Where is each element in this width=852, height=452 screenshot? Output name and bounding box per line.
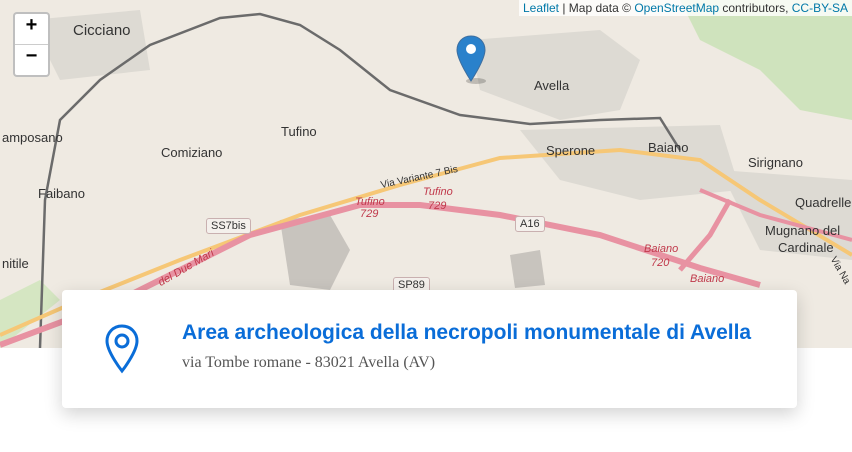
place-faibano: Faibano xyxy=(38,186,85,201)
location-title[interactable]: Area archeologica della necropoli monume… xyxy=(182,321,751,345)
attribution-text: | Map data © xyxy=(559,1,635,15)
leaflet-link[interactable]: Leaflet xyxy=(523,1,559,15)
road-label-baiano-1: Baiano xyxy=(644,243,679,255)
place-comiziano: Comiziano xyxy=(161,145,223,160)
place-baiano: Baiano xyxy=(648,140,689,155)
location-card: Area archeologica della necropoli monume… xyxy=(62,290,797,408)
road-label-729-1: 729 xyxy=(360,208,379,220)
location-address: via Tombe romane - 83021 Avella (AV) xyxy=(182,354,436,371)
road-shield-a16: A16 xyxy=(515,216,545,232)
zoom-in-button[interactable]: + xyxy=(15,14,48,44)
place-mugnano: Mugnano del xyxy=(765,223,841,238)
license-link[interactable]: CC-BY-SA xyxy=(792,1,848,15)
place-amposano: amposano xyxy=(2,130,63,145)
zoom-out-button[interactable]: − xyxy=(15,44,48,75)
road-label-tufino-2: Tufino xyxy=(423,186,453,198)
place-sirignano: Sirignano xyxy=(748,155,803,170)
zoom-control: + − xyxy=(13,12,50,77)
road-label-729-2: 729 xyxy=(428,200,447,212)
place-avella: Avella xyxy=(534,78,570,93)
road-label-720: 720 xyxy=(651,257,670,269)
place-nitile: nitile xyxy=(2,256,29,271)
road-shield-ss7bis: SS7bis xyxy=(206,218,251,234)
place-cicciano: Cicciano xyxy=(73,22,131,39)
location-pin-icon xyxy=(104,324,140,379)
osm-link[interactable]: OpenStreetMap xyxy=(634,1,719,15)
place-sperone: Sperone xyxy=(546,143,596,158)
map-attribution: Leaflet | Map data © OpenStreetMap contr… xyxy=(518,0,852,16)
road-label-baiano-2: Baiano xyxy=(690,273,725,285)
road-label-tufino-1: Tufino xyxy=(355,196,385,208)
place-quadrelle: Quadrelle xyxy=(795,195,852,210)
place-cardinale: Cardinale xyxy=(778,240,834,255)
attribution-contributors: contributors, xyxy=(719,1,792,15)
place-tufino: Tufino xyxy=(281,124,317,139)
